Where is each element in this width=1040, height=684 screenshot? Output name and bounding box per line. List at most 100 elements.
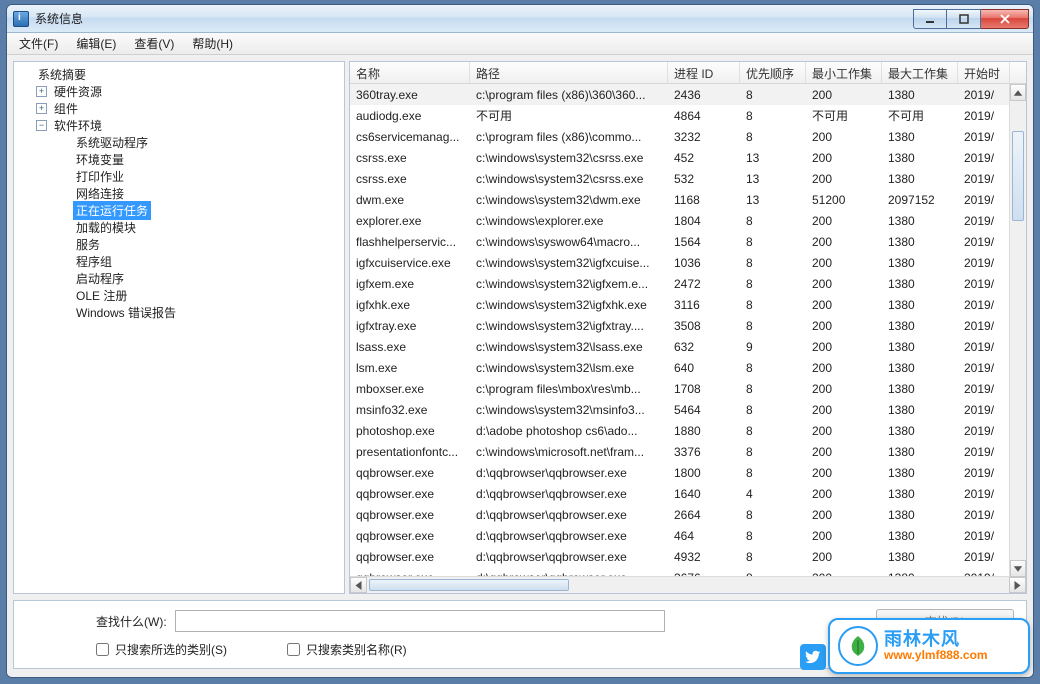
- table-cell: 532: [668, 172, 740, 186]
- table-cell: d:\qqbrowser\qqbrowser.exe: [470, 550, 668, 564]
- scroll-right-icon[interactable]: [1009, 577, 1026, 593]
- table-cell: 1380: [882, 571, 958, 577]
- table-row[interactable]: qqbrowser.exed:\qqbrowser\qqbrowser.exe4…: [350, 546, 1026, 567]
- table-row[interactable]: 360tray.exec:\program files (x86)\360\36…: [350, 84, 1026, 105]
- titlebar[interactable]: 系统信息: [7, 5, 1033, 33]
- search-input[interactable]: [175, 610, 665, 632]
- menu-help[interactable]: 帮助(H): [184, 33, 241, 54]
- table-cell: c:\windows\syswow64\macro...: [470, 235, 668, 249]
- table-cell: c:\windows\explorer.exe: [470, 214, 668, 228]
- table-cell: 3376: [668, 445, 740, 459]
- scroll-down-icon[interactable]: [1010, 560, 1026, 577]
- collapse-icon[interactable]: −: [36, 120, 47, 131]
- table-row[interactable]: msinfo32.exec:\windows\system32\msinfo3.…: [350, 399, 1026, 420]
- tree-ole[interactable]: OLE 注册: [14, 287, 344, 304]
- menu-file[interactable]: 文件(F): [11, 33, 66, 54]
- tree-netconn[interactable]: 网络连接: [14, 185, 344, 202]
- table-row[interactable]: qqbrowser.exed:\qqbrowser\qqbrowser.exe3…: [350, 567, 1026, 576]
- col-minws[interactable]: 最小工作集: [806, 62, 882, 83]
- table-row[interactable]: dwm.exec:\windows\system32\dwm.exe116813…: [350, 189, 1026, 210]
- list-header[interactable]: 名称 路径 进程 ID 优先顺序 最小工作集 最大工作集 开始时: [350, 62, 1026, 84]
- table-cell: 1168: [668, 193, 740, 207]
- search-only-selected-checkbox[interactable]: 只搜索所选的类别(S): [96, 641, 227, 658]
- table-row[interactable]: csrss.exec:\windows\system32\csrss.exe53…: [350, 168, 1026, 189]
- table-cell: 8: [740, 382, 806, 396]
- table-row[interactable]: cs6servicemanag...c:\program files (x86)…: [350, 126, 1026, 147]
- table-cell: 不可用: [882, 107, 958, 124]
- vertical-scrollbar[interactable]: [1009, 84, 1026, 577]
- col-path[interactable]: 路径: [470, 62, 668, 83]
- maximize-button[interactable]: [947, 9, 981, 29]
- tree-running-tasks[interactable]: 正在运行任务: [14, 202, 344, 219]
- col-priority[interactable]: 优先顺序: [740, 62, 806, 83]
- expand-icon[interactable]: +: [36, 86, 47, 97]
- tree-werr[interactable]: Windows 错误报告: [14, 304, 344, 321]
- table-cell: flashhelperservic...: [350, 235, 470, 249]
- table-cell: 1380: [882, 172, 958, 186]
- table-cell: 452: [668, 151, 740, 165]
- menu-edit[interactable]: 编辑(E): [68, 33, 124, 54]
- table-row[interactable]: igfxcuiservice.exec:\windows\system32\ig…: [350, 252, 1026, 273]
- expand-icon[interactable]: +: [36, 103, 47, 114]
- table-cell: c:\windows\system32\lsass.exe: [470, 340, 668, 354]
- table-cell: 1380: [882, 151, 958, 165]
- table-row[interactable]: presentationfontc...c:\windows\microsoft…: [350, 441, 1026, 462]
- col-maxws[interactable]: 最大工作集: [882, 62, 958, 83]
- table-cell: lsass.exe: [350, 340, 470, 354]
- table-row[interactable]: explorer.exec:\windows\explorer.exe18048…: [350, 210, 1026, 231]
- tree-envvars[interactable]: 环境变量: [14, 151, 344, 168]
- table-cell: 200: [806, 403, 882, 417]
- leaf-icon: [838, 626, 878, 666]
- search-label: 查找什么(W):: [96, 613, 167, 630]
- col-name[interactable]: 名称: [350, 62, 470, 83]
- table-row[interactable]: qqbrowser.exed:\qqbrowser\qqbrowser.exe1…: [350, 483, 1026, 504]
- tree-printjobs[interactable]: 打印作业: [14, 168, 344, 185]
- tree-pane[interactable]: 系统摘要 +硬件资源 +组件 −软件环境 系统驱动程序 环境变量 打印作业 网络…: [13, 61, 345, 594]
- table-cell: 1380: [882, 466, 958, 480]
- window-title: 系统信息: [35, 10, 83, 27]
- close-button[interactable]: [981, 9, 1029, 29]
- app-window: 系统信息 文件(F) 编辑(E) 查看(V) 帮助(H) 系统摘要 +硬件资源 …: [6, 4, 1034, 678]
- tree-software[interactable]: −软件环境: [14, 117, 344, 134]
- minimize-button[interactable]: [913, 9, 947, 29]
- table-row[interactable]: qqbrowser.exed:\qqbrowser\qqbrowser.exe2…: [350, 504, 1026, 525]
- table-row[interactable]: igfxhk.exec:\windows\system32\igfxhk.exe…: [350, 294, 1026, 315]
- table-row[interactable]: photoshop.exed:\adobe photoshop cs6\ado.…: [350, 420, 1026, 441]
- table-cell: 200: [806, 424, 882, 438]
- table-cell: 3232: [668, 130, 740, 144]
- table-row[interactable]: audiodg.exe不可用48648不可用不可用2019/: [350, 105, 1026, 126]
- search-category-names-checkbox[interactable]: 只搜索类别名称(R): [287, 641, 407, 658]
- logo-text-cn: 雨林木风: [884, 630, 988, 650]
- table-row[interactable]: lsm.exec:\windows\system32\lsm.exe640820…: [350, 357, 1026, 378]
- table-cell: 1036: [668, 256, 740, 270]
- tree-hardware[interactable]: +硬件资源: [14, 83, 344, 100]
- scroll-thumb[interactable]: [1012, 131, 1024, 221]
- table-row[interactable]: lsass.exec:\windows\system32\lsass.exe63…: [350, 336, 1026, 357]
- tree-services[interactable]: 服务: [14, 236, 344, 253]
- table-row[interactable]: csrss.exec:\windows\system32\csrss.exe45…: [350, 147, 1026, 168]
- tree-groups[interactable]: 程序组: [14, 253, 344, 270]
- table-row[interactable]: qqbrowser.exed:\qqbrowser\qqbrowser.exe4…: [350, 525, 1026, 546]
- horizontal-scrollbar[interactable]: [350, 576, 1026, 593]
- table-row[interactable]: qqbrowser.exed:\qqbrowser\qqbrowser.exe1…: [350, 462, 1026, 483]
- col-start[interactable]: 开始时: [958, 62, 1010, 83]
- table-cell: 3508: [668, 319, 740, 333]
- menu-view[interactable]: 查看(V): [126, 33, 182, 54]
- table-row[interactable]: igfxtray.exec:\windows\system32\igfxtray…: [350, 315, 1026, 336]
- tree-components[interactable]: +组件: [14, 100, 344, 117]
- tree-drivers[interactable]: 系统驱动程序: [14, 134, 344, 151]
- table-cell: 200: [806, 235, 882, 249]
- col-pid[interactable]: 进程 ID: [668, 62, 740, 83]
- scroll-left-icon[interactable]: [350, 577, 367, 593]
- scroll-thumb-h[interactable]: [369, 579, 569, 591]
- tree-root[interactable]: 系统摘要: [14, 66, 344, 83]
- tree-loaded-modules[interactable]: 加载的模块: [14, 219, 344, 236]
- list-body[interactable]: 360tray.exec:\program files (x86)\360\36…: [350, 84, 1026, 576]
- table-row[interactable]: igfxem.exec:\windows\system32\igfxem.e..…: [350, 273, 1026, 294]
- table-row[interactable]: flashhelperservic...c:\windows\syswow64\…: [350, 231, 1026, 252]
- tree-startup[interactable]: 启动程序: [14, 270, 344, 287]
- scroll-up-icon[interactable]: [1010, 84, 1026, 101]
- table-cell: 8: [740, 235, 806, 249]
- table-row[interactable]: mboxser.exec:\program files\mbox\res\mb.…: [350, 378, 1026, 399]
- table-cell: 1380: [882, 256, 958, 270]
